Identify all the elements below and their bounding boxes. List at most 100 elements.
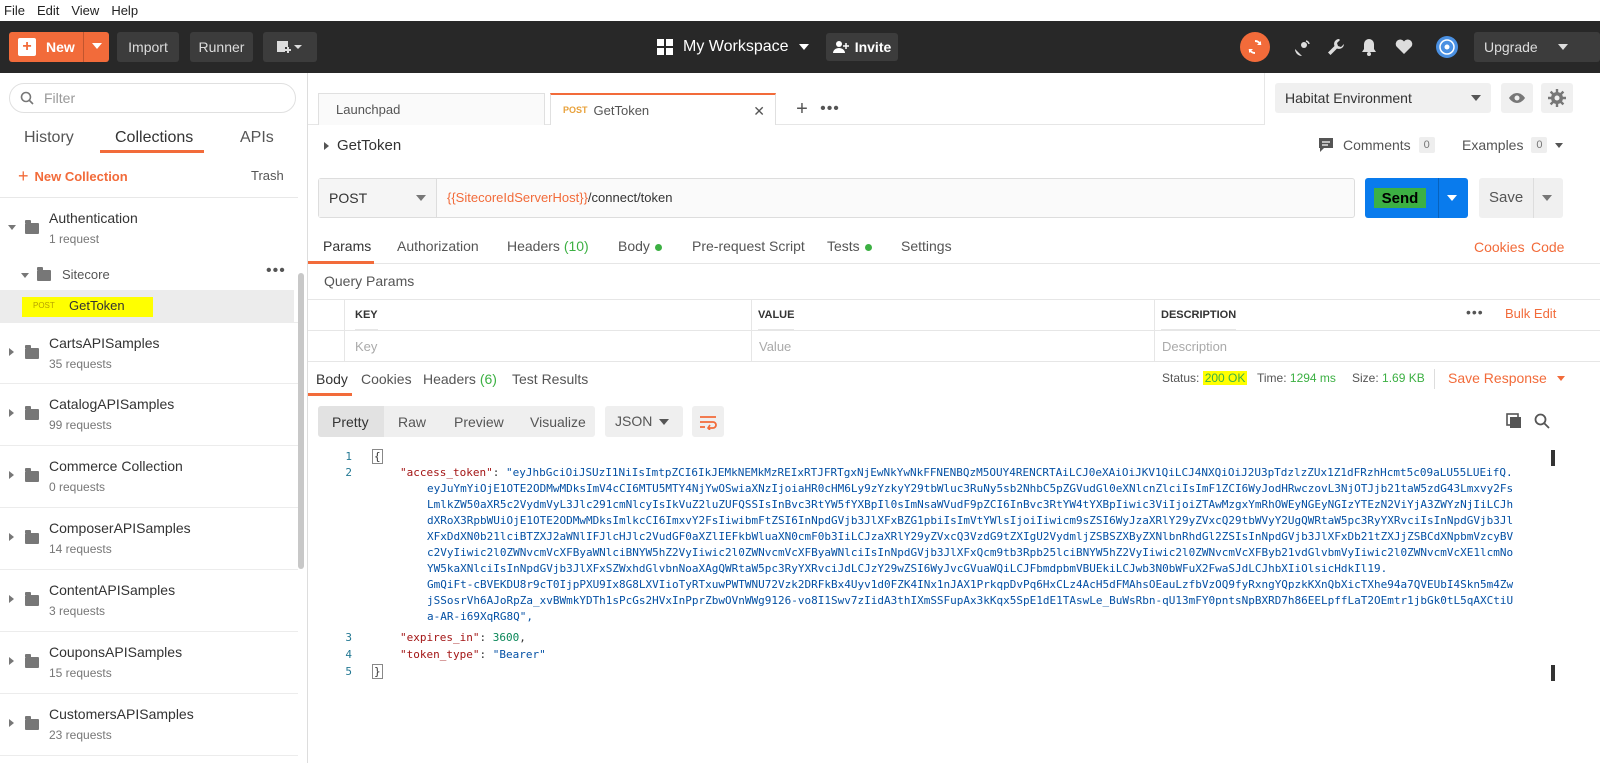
chevron-down-icon	[659, 419, 669, 425]
avatar[interactable]	[1435, 35, 1459, 59]
wrap-icon	[700, 415, 717, 430]
cookies-link[interactable]: Cookies	[1474, 239, 1525, 255]
invite-button[interactable]: Invite	[826, 33, 898, 61]
tab-params[interactable]: Params	[323, 238, 371, 254]
menu-view[interactable]: View	[71, 3, 99, 18]
subfolder-item[interactable]: Sitecore •••	[0, 260, 298, 290]
request-title[interactable]: GetToken	[324, 137, 401, 154]
chevron-down-icon[interactable]	[21, 273, 29, 278]
bulk-edit-link[interactable]: Bulk Edit	[1505, 306, 1556, 321]
window-plus-icon	[277, 41, 302, 53]
new-button[interactable]: + New	[9, 32, 109, 62]
tab-prerequest-script[interactable]: Pre-request Script	[692, 238, 805, 254]
new-collection-button[interactable]: + New Collection	[18, 166, 128, 187]
sidebar-scrollbar[interactable]	[298, 273, 304, 569]
tab-headers[interactable]: Headers (10)	[507, 238, 589, 254]
tab-response-cookies[interactable]: Cookies	[361, 371, 412, 387]
environment-quick-look-button[interactable]	[1501, 83, 1533, 113]
tab-test-results[interactable]: Test Results	[512, 371, 588, 387]
environment-select[interactable]: Habitat Environment	[1275, 83, 1491, 113]
collection-item[interactable]: Commerce Collection 0 requests	[0, 446, 298, 508]
view-visualize[interactable]: Visualize	[530, 414, 586, 430]
tab-history[interactable]: History	[24, 129, 74, 147]
view-raw[interactable]: Raw	[398, 414, 426, 430]
tab-body[interactable]: Body	[618, 238, 662, 254]
search-icon[interactable]	[1534, 413, 1550, 432]
chevron-right-icon[interactable]	[9, 595, 14, 603]
collection-item[interactable]: Authentication 1 request	[0, 198, 298, 260]
format-select[interactable]: JSON	[605, 406, 683, 437]
trash-link[interactable]: Trash	[251, 168, 284, 183]
tab-launchpad[interactable]: Launchpad	[318, 93, 545, 125]
new-window-button[interactable]	[263, 32, 317, 62]
response-size: Size: 1.69 KB	[1352, 371, 1425, 385]
description-input[interactable]: Description	[1162, 331, 1227, 362]
more-icon[interactable]: •••	[1466, 304, 1484, 320]
import-button[interactable]: Import	[117, 32, 179, 62]
copy-icon[interactable]	[1506, 413, 1522, 432]
gear-icon	[1548, 89, 1566, 107]
chevron-down-icon[interactable]	[1542, 195, 1552, 201]
chevron-down-icon[interactable]	[92, 43, 102, 49]
menu-help[interactable]: Help	[111, 3, 138, 18]
sync-button[interactable]	[1240, 32, 1270, 62]
more-icon[interactable]: •••	[816, 95, 844, 123]
runner-button[interactable]: Runner	[190, 32, 253, 62]
collection-item[interactable]: CustomersAPISamples 23 requests	[0, 694, 298, 756]
workspace-selector[interactable]: My Workspace	[657, 31, 809, 63]
tab-authorization[interactable]: Authorization	[397, 238, 479, 254]
collection-item[interactable]: CatalogAPISamples 99 requests	[0, 384, 298, 446]
close-icon[interactable]: ✕	[753, 103, 765, 120]
tab-collections[interactable]: Collections	[115, 129, 193, 147]
column-header: DESCRIPTION	[1161, 300, 1237, 330]
active-tab-indicator	[100, 150, 204, 153]
heart-icon[interactable]	[1392, 35, 1416, 59]
chevron-right-icon[interactable]	[9, 348, 14, 356]
menu-edit[interactable]: Edit	[37, 3, 59, 18]
chevron-right-icon[interactable]	[9, 533, 14, 541]
view-preview[interactable]: Preview	[454, 414, 504, 430]
response-body-editor[interactable]: 1 2 3 4 5 { "access_token": "eyJhbGciOiJ…	[308, 447, 1600, 763]
wrench-icon[interactable]	[1324, 35, 1348, 59]
add-tab-button[interactable]: +	[788, 95, 816, 123]
manage-environments-button[interactable]	[1541, 83, 1573, 113]
comments-button[interactable]: Comments 0	[1318, 137, 1435, 153]
collection-item[interactable]: CouponsAPISamples 15 requests	[0, 632, 298, 694]
chevron-down-icon[interactable]	[1447, 195, 1457, 201]
tab-gettoken[interactable]: POST GetToken ✕	[550, 93, 776, 125]
collections-list: Authentication 1 request Sitecore ••• PO…	[0, 197, 298, 763]
request-item-gettoken[interactable]: POST GetToken	[0, 290, 294, 322]
chevron-down-icon[interactable]	[8, 225, 16, 230]
query-params-table: KEY VALUE DESCRIPTION ••• Bulk Edit Key …	[308, 299, 1600, 362]
method-select[interactable]: POST	[319, 179, 437, 217]
chevron-right-icon[interactable]	[9, 719, 14, 727]
satellite-icon[interactable]	[1290, 35, 1314, 59]
chevron-right-icon[interactable]	[9, 409, 14, 417]
view-pretty[interactable]: Pretty	[332, 414, 369, 430]
bell-icon[interactable]	[1357, 35, 1381, 59]
value-input[interactable]: Value	[759, 331, 791, 362]
tab-tests[interactable]: Tests	[827, 238, 872, 254]
collection-item[interactable]: ContentAPISamples 3 requests	[0, 570, 298, 632]
tab-response-body[interactable]: Body	[316, 371, 348, 387]
more-icon[interactable]: •••	[266, 262, 286, 280]
collection-item[interactable]: CartsAPISamples 35 requests	[0, 322, 298, 384]
collection-item[interactable]: ComposerAPISamples 14 requests	[0, 508, 298, 570]
wrap-lines-button[interactable]	[692, 406, 724, 437]
tab-settings[interactable]: Settings	[901, 238, 952, 254]
save-response-button[interactable]: Save Response	[1448, 370, 1565, 386]
tab-apis[interactable]: APIs	[240, 129, 274, 147]
chevron-right-icon[interactable]	[9, 657, 14, 665]
chevron-right-icon[interactable]	[9, 471, 14, 479]
url-input[interactable]: {{SitecoreIdServerHost}}/connect/token	[447, 190, 672, 205]
examples-button[interactable]: Examples 0	[1462, 137, 1564, 153]
code-link[interactable]: Code	[1531, 239, 1564, 255]
tab-response-headers[interactable]: Headers (6)	[423, 371, 497, 387]
add-user-icon	[832, 41, 849, 53]
menu-file[interactable]: File	[4, 3, 25, 18]
upgrade-button[interactable]: Upgrade	[1474, 32, 1600, 62]
filter-input[interactable]	[44, 90, 284, 106]
save-button[interactable]: Save	[1479, 178, 1563, 218]
key-input[interactable]: Key	[355, 331, 377, 362]
send-button[interactable]: Send	[1365, 178, 1468, 218]
